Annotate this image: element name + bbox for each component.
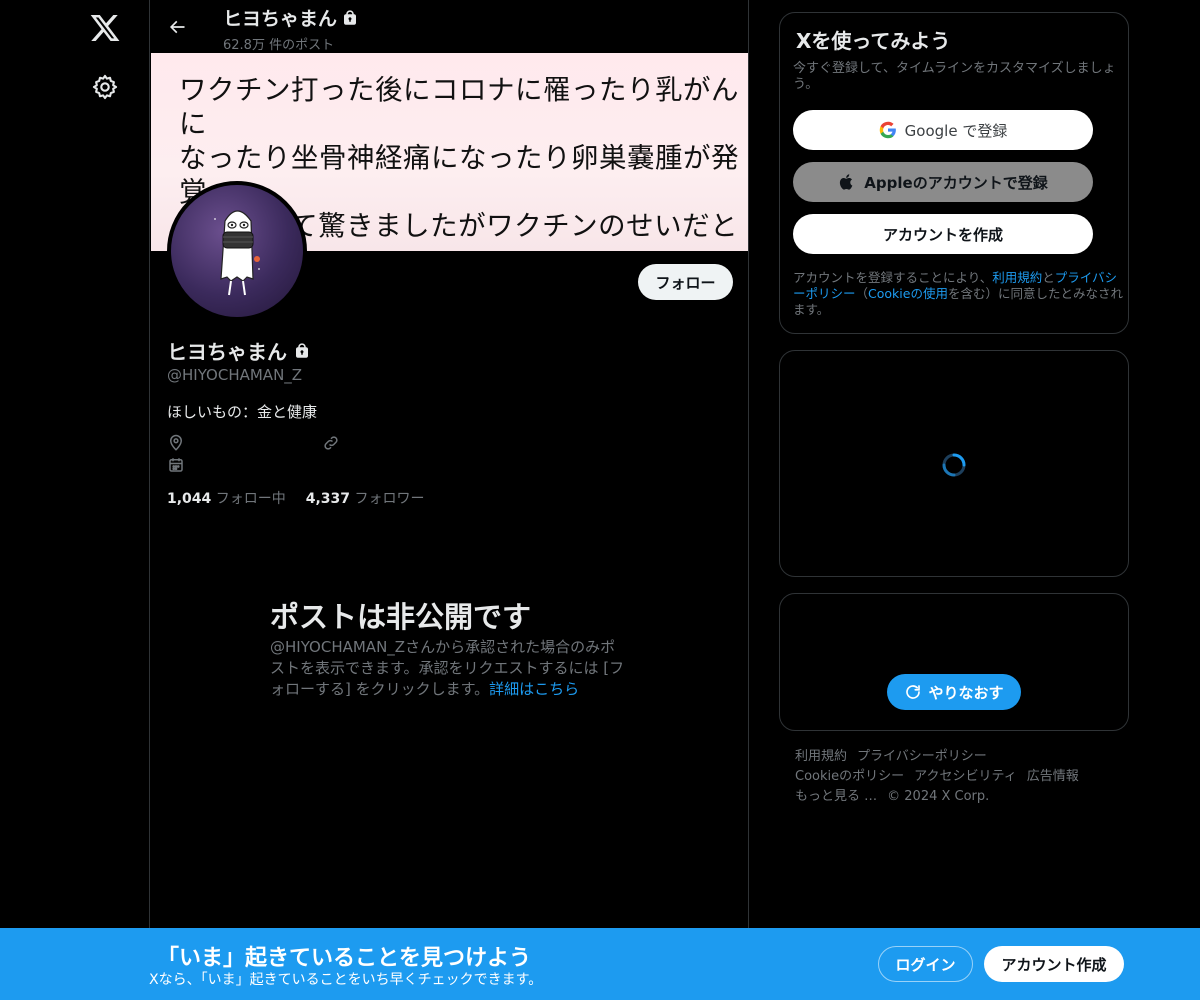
profile-bio: ほしいもの：金と健康: [167, 403, 318, 421]
post-count: 62.8万 件のポスト: [223, 38, 335, 53]
private-title: ポストは非公開です: [270, 600, 532, 634]
gear-icon[interactable]: [91, 73, 119, 101]
profile-name: ヒヨちゃまん: [167, 336, 311, 365]
refresh-icon: [906, 685, 921, 699]
x-logo-icon[interactable]: [89, 12, 121, 44]
retry-label: やりなおす: [928, 683, 1004, 702]
profile-name-text: ヒヨちゃまん: [167, 340, 287, 364]
error-card: やりなおす: [779, 593, 1129, 731]
back-button[interactable]: [162, 12, 192, 42]
ghost-character-icon: [214, 210, 260, 296]
following-label: フォロー中: [215, 491, 286, 507]
signup-card: Xを使ってみよう 今すぐ登録して、タイムラインをカスタマイズしましょう。 Goo…: [779, 12, 1129, 334]
footer-link-accessibility[interactable]: アクセシビリティ: [914, 769, 1017, 784]
followers-label: フォロワー: [354, 491, 425, 507]
signup-subtitle: 今すぐ登録して、タイムラインをカスタマイズしましょう。: [793, 61, 1116, 92]
bottom-bar-title: 「いま」起きていることを見つけよう: [157, 946, 532, 971]
followers-count: 4,337: [305, 491, 351, 507]
profile-header-bar: ヒヨちゃまん 62.8万 件のポスト: [150, 0, 748, 53]
google-signup-button[interactable]: Google で登録: [793, 110, 1093, 150]
footer-copyright: © 2024 X Corp.: [887, 789, 990, 804]
signup-title: Xを使ってみよう: [796, 29, 951, 53]
terms-link[interactable]: 利用規約: [992, 270, 1042, 285]
terms-pre: アカウントを登録することにより、: [793, 270, 993, 285]
follow-button[interactable]: フォロー: [638, 264, 733, 300]
terms-mid1: と: [1042, 270, 1055, 285]
followers-stat[interactable]: 4,337 フォロワー: [306, 488, 425, 508]
footer-links: 利用規約 プライバシーポリシー Cookieのポリシー アクセシビリティ 広告情報 も…: [795, 747, 1115, 807]
lock-icon: [344, 9, 357, 25]
apple-icon: [840, 174, 853, 190]
footer-link-terms[interactable]: 利用規約: [795, 749, 847, 764]
arrow-left-icon: [169, 20, 185, 34]
loading-spinner-icon: [942, 453, 966, 477]
private-description: @HIYOCHAMAN_Zさんから承認された場合のみポストを表示できます。承認を…: [270, 637, 630, 700]
create-account-button[interactable]: アカウントを作成: [793, 214, 1093, 254]
terms-mid2: （: [855, 286, 869, 301]
retry-button[interactable]: やりなおす: [887, 674, 1021, 710]
follow-stats: 1,044 フォロー中 4,337 フォロワー: [167, 488, 425, 508]
location-icon: [167, 434, 185, 452]
bottom-signup-bar: 「いま」起きていることを見つけよう Xなら、「いま」起きていることをいち早くチェ…: [0, 928, 1200, 1000]
lock-icon: [296, 342, 308, 358]
footer-link-cookie[interactable]: Cookieのポリシー: [795, 769, 904, 784]
header-name: ヒヨちゃまん: [223, 4, 359, 31]
calendar-icon: [167, 456, 185, 474]
apple-signup-label: Appleのアカウントで登録: [864, 173, 1048, 192]
footer-link-privacy[interactable]: プライバシーポリシー: [857, 749, 987, 764]
cookie-use-link[interactable]: Cookieの使用: [868, 286, 948, 301]
learn-more-link[interactable]: 詳細はこちら: [489, 680, 579, 698]
following-stat[interactable]: 1,044 フォロー中: [167, 488, 286, 508]
avatar[interactable]: [167, 181, 307, 321]
following-count: 1,044: [167, 491, 212, 507]
footer-link-more[interactable]: もっと見る …: [795, 789, 877, 804]
login-button[interactable]: ログイン: [878, 946, 973, 982]
footer-link-ads[interactable]: 広告情報: [1027, 769, 1079, 784]
profile-column: ヒヨちゃまん 62.8万 件のポスト ワクチン打った後にコロナに罹ったり乳がんに…: [149, 0, 749, 1000]
profile-handle: @HIYOCHAMAN_Z: [167, 366, 303, 384]
bottom-bar-subtitle: Xなら、「いま」起きていることをいち早くチェックできます。: [149, 972, 543, 988]
apple-signup-button[interactable]: Appleのアカウントで登録: [793, 162, 1093, 202]
google-signup-label: Google で登録: [904, 121, 1008, 140]
left-nav: [0, 0, 149, 1000]
loading-card: [779, 350, 1129, 577]
terms-text: アカウントを登録することにより、利用規約とプライバシーポリシー（Cookieの使…: [793, 270, 1123, 318]
google-icon: [879, 121, 896, 139]
header-name-text: ヒヨちゃまん: [223, 8, 338, 30]
link-icon[interactable]: [322, 434, 340, 452]
bottom-create-account-button[interactable]: アカウント作成: [984, 946, 1124, 982]
